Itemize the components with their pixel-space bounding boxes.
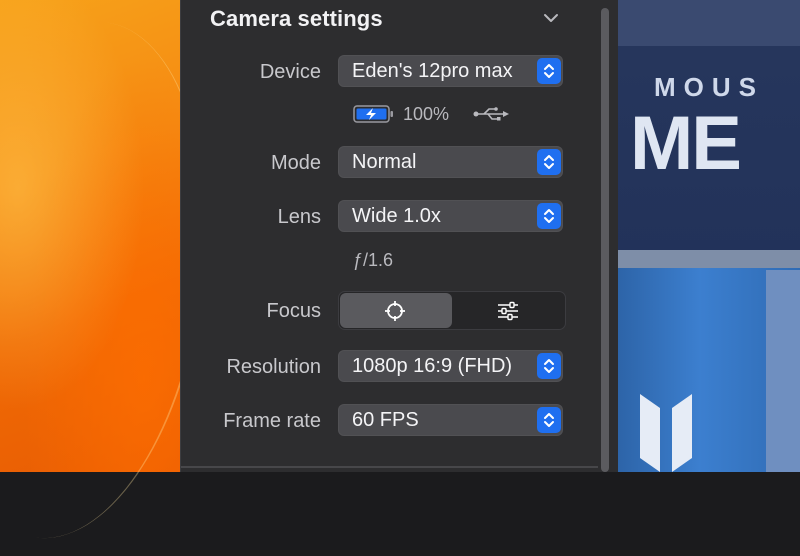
panel-scrollbar[interactable] <box>598 0 612 472</box>
device-stepper[interactable] <box>537 58 561 84</box>
lens-stepper[interactable] <box>537 203 561 229</box>
battery-charging-icon <box>353 105 393 123</box>
camera-settings-panel: Camera settings Device Eden's 12pro max … <box>180 0 619 472</box>
lens-label: Lens <box>277 206 321 228</box>
preview-frame-edge <box>618 250 800 270</box>
crosshair-icon <box>385 301 405 321</box>
battery-percent: 100% <box>403 104 450 124</box>
updown-arrows-icon <box>544 413 554 427</box>
focus-label: Focus <box>266 300 321 322</box>
camera-preview: MOUS ME <box>618 0 800 472</box>
sliders-icon <box>498 301 518 321</box>
frame-rate-select-value: 60 FPS <box>352 409 419 431</box>
mode-stepper[interactable] <box>537 149 561 175</box>
focus-option-auto[interactable] <box>340 293 452 328</box>
updown-arrows-icon <box>544 64 554 78</box>
resolution-select-value: 1080p 16:9 (FHD) <box>352 355 513 377</box>
mode-label: Mode <box>270 152 321 174</box>
preview-sign-text-top: MOUS <box>654 72 764 102</box>
focus-segmented-control <box>338 291 566 330</box>
resolution-label: Resolution <box>226 356 321 378</box>
preview-pillar <box>766 270 800 472</box>
focus-option-manual[interactable] <box>452 293 564 328</box>
device-select[interactable]: Eden's 12pro max <box>338 55 563 87</box>
preview-logo-icon <box>640 394 692 472</box>
device-select-value: Eden's 12pro max <box>352 60 513 82</box>
frame-rate-stepper[interactable] <box>537 407 561 433</box>
frame-rate-label: Frame rate <box>223 410 321 432</box>
preview-sign-text-large: ME <box>630 101 742 186</box>
aperture-value: ƒ/1.6 <box>353 250 394 270</box>
updown-arrows-icon <box>544 155 554 169</box>
updown-arrows-icon <box>544 359 554 373</box>
lens-select[interactable]: Wide 1.0x <box>338 200 563 232</box>
usb-icon <box>473 107 509 121</box>
desktop-wallpaper <box>0 0 237 556</box>
resolution-select[interactable]: 1080p 16:9 (FHD) <box>338 350 563 382</box>
resolution-stepper[interactable] <box>537 353 561 379</box>
panel-title: Camera settings <box>210 6 383 31</box>
mode-select-value: Normal <box>352 151 417 173</box>
preview-top-strip <box>618 0 800 46</box>
scrollbar-thumb[interactable] <box>601 8 609 472</box>
updown-arrows-icon <box>544 209 554 223</box>
mode-select[interactable]: Normal <box>338 146 563 178</box>
frame-rate-select[interactable]: 60 FPS <box>338 404 563 436</box>
lens-select-value: Wide 1.0x <box>352 205 441 227</box>
device-label: Device <box>259 61 321 83</box>
chevron-down-icon[interactable] <box>543 12 559 24</box>
panel-divider <box>181 466 598 468</box>
